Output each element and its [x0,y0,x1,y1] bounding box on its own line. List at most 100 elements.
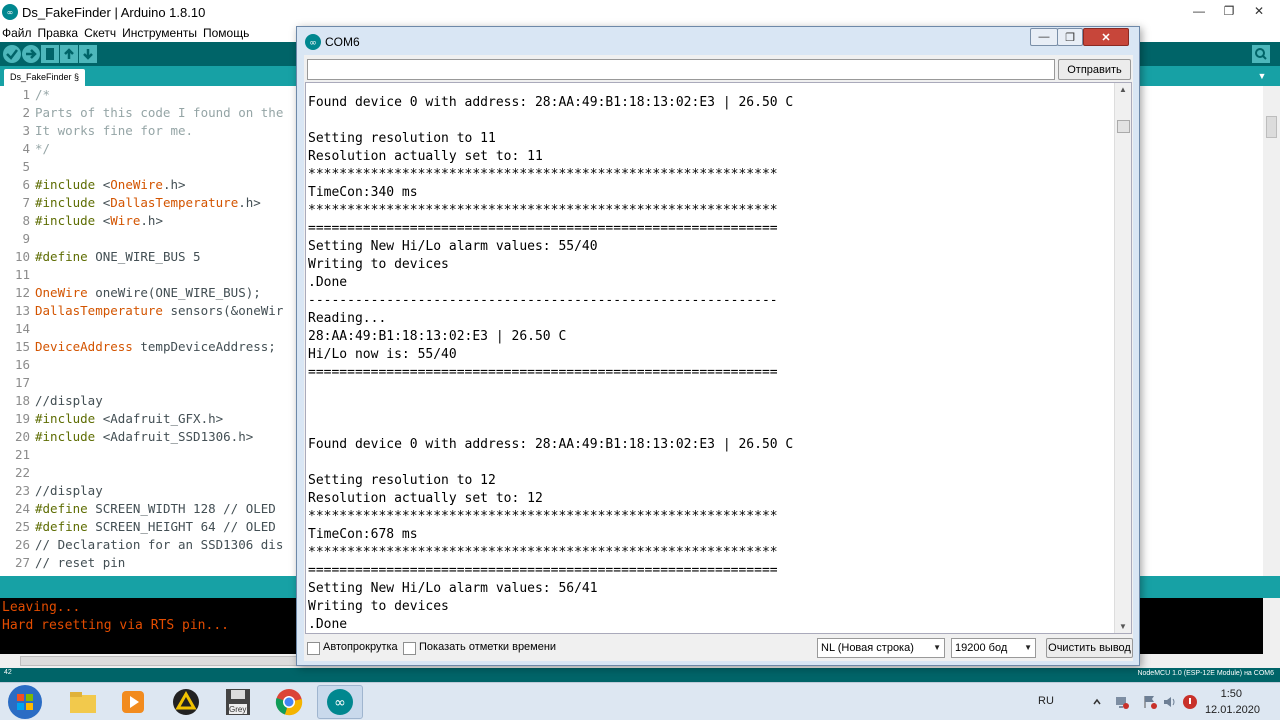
arduino-logo-icon: ∞ [2,4,18,20]
taskbar-chrome[interactable] [266,685,312,719]
verify-button[interactable] [3,45,21,63]
line-number: 22 [14,465,30,480]
send-button[interactable]: Отправить [1058,59,1131,80]
line-number: 14 [14,321,30,336]
new-file-icon [46,48,54,60]
menu-file[interactable]: Файл [2,26,32,40]
new-sketch-button[interactable] [41,45,59,63]
network-icon[interactable] [1114,694,1130,710]
serial-output[interactable]: Found device 0 with address: 28:AA:49:B1… [305,82,1132,634]
line-ending-select[interactable]: NL (Новая строка) ▼ [817,638,945,658]
serial-scroll-thumb[interactable] [1117,120,1130,133]
serial-output-line: ----------------------------------------… [308,293,778,308]
clear-output-button[interactable]: Очистить вывод [1046,638,1133,658]
code-text: Parts of this code I found on the [35,105,284,120]
code-text: OneWire oneWire(ONE_WIRE_BUS); [35,284,261,302]
serial-monitor-window: ∞ COM6 — ❐ ✕ Отправить Found device 0 wi… [296,26,1140,666]
code-text: */ [35,141,51,156]
console-line: Hard resetting via RTS pin... [2,618,229,633]
sm-close-button[interactable]: ✕ [1083,28,1129,46]
sm-restore-button[interactable]: ❐ [1057,28,1083,46]
code-text: #define SCREEN_HEIGHT 64 // OLED [35,518,276,536]
code-text: //display [35,483,103,498]
scroll-up-icon[interactable]: ▲ [1119,85,1127,94]
ide-window-controls: — ❐ ✕ [1184,0,1274,22]
serial-output-scrollbar[interactable]: ▲ ▼ [1114,83,1131,633]
clock-time[interactable]: 1:50 [1221,688,1242,700]
serial-monitor-button[interactable] [1252,45,1270,63]
alert-icon[interactable] [1182,694,1198,710]
sm-minimize-button[interactable]: — [1030,28,1058,46]
serial-output-line: .Done [308,617,348,632]
code-rest: <Adafruit_GFX.h> [95,411,224,426]
start-button[interactable] [8,685,42,719]
line-number: 23 [14,483,30,498]
open-sketch-button[interactable] [60,45,78,63]
serial-output-line: ****************************************… [308,203,778,218]
taskbar-media-player[interactable] [110,685,156,719]
line-number: 4 [22,141,30,156]
upload-button[interactable] [22,45,40,63]
code-rest: .h> [140,213,163,228]
serial-output-line: Setting resolution to 11 [308,131,496,146]
taskbar-explorer[interactable] [60,685,106,719]
tab-menu-icon[interactable]: ▼ [1256,70,1268,82]
serial-output-line: ========================================… [308,221,778,236]
menu-sketch[interactable]: Скетч [84,26,116,40]
console-line: Leaving... [2,600,81,615]
timestamp-checkbox[interactable] [403,642,416,655]
serial-output-line: ****************************************… [308,509,778,524]
editor-scrollbar[interactable] [1263,86,1280,576]
type-name: DallasTemperature [35,303,163,318]
line-number: 21 [14,447,30,462]
preprocessor-keyword: #define [35,501,88,516]
menu-edit[interactable]: Правка [38,26,79,40]
code-rest: sensors(&oneWir [162,303,284,318]
autoscroll-checkbox[interactable] [307,642,320,655]
autoscroll-label: Автопрокрутка [323,641,398,653]
console-scrollbar[interactable] [1263,598,1280,654]
close-button[interactable]: ✕ [1244,0,1274,22]
code-text: DallasTemperature sensors(&oneWir [35,302,283,320]
clock-date[interactable]: 12.01.2020 [1205,704,1260,716]
serial-output-line: Found device 0 with address: 28:AA:49:B1… [308,95,794,110]
menu-help[interactable]: Помощь [203,26,249,40]
scroll-down-icon[interactable]: ▼ [1119,622,1127,631]
serial-output-line: Resolution actually set to: 12 [308,491,543,506]
baud-select[interactable]: 19200 бод ▼ [951,638,1036,658]
svg-text:∞: ∞ [7,8,14,17]
serial-output-line: 28:AA:49:B1:18:13:02:E3 | 26.50 C [308,329,567,344]
code-rest: ONE_WIRE_BUS 5 [87,249,201,264]
language-indicator[interactable]: RU [1038,695,1054,707]
taskbar-arduino[interactable]: ∞ [317,685,363,719]
media-player-icon [122,691,144,713]
save-sketch-button[interactable] [79,45,97,63]
code-text: #define SCREEN_WIDTH 128 // OLED [35,500,276,518]
line-number: 5 [22,159,30,174]
send-input[interactable] [307,59,1055,80]
arrow-right-icon [26,49,37,59]
tab-sketch[interactable]: Ds_FakeFinder § [4,69,86,86]
serial-monitor-body: Отправить Found device 0 with address: 2… [304,55,1133,661]
line-number: 8 [22,213,30,228]
taskbar-floppy-app[interactable]: Grey [215,685,261,719]
flag-icon[interactable] [1142,694,1158,710]
code-text: // reset pin [35,555,126,570]
editor-scroll-thumb[interactable] [1266,116,1277,138]
taskbar: Grey ∞ RU 1:50 12.01.2020 [0,682,1280,720]
tray-arrow-icon[interactable] [1092,697,1102,707]
arrow-down-icon [83,49,93,60]
taskbar-app[interactable] [163,685,209,719]
restore-button[interactable]: ❐ [1214,0,1244,22]
preprocessor-keyword: #include [35,213,96,228]
code-rest: .h> [162,177,186,192]
checkmark-icon [6,49,18,60]
speaker-icon[interactable] [1162,694,1178,710]
minimize-button[interactable]: — [1184,0,1214,22]
console-hscroll-thumb[interactable] [20,656,300,666]
code-text: #include <Adafruit_SSD1306.h> [35,428,253,446]
line-number: 20 [14,429,30,444]
menu-tools[interactable]: Инструменты [122,26,197,40]
magnifier-icon [1255,48,1267,60]
line-number: 2 [22,105,30,120]
